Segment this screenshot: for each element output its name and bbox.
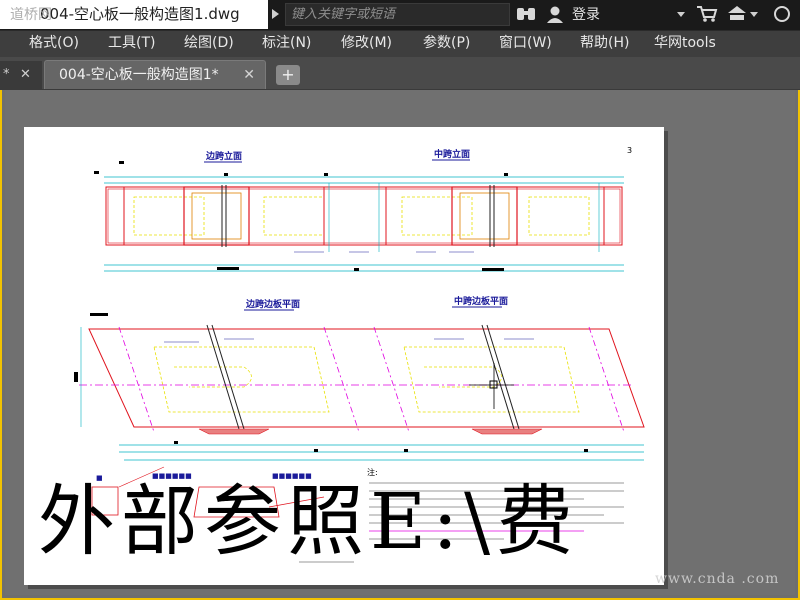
menu-bar: 格式(O) 工具(T) 绘图(D) 标注(N) 修改(M) 参数(P) 窗口(W… (0, 30, 800, 57)
tab-previous-label: * (3, 67, 10, 82)
page-number: 3 (627, 146, 632, 155)
tab-active-label: 004-空心板一般构造图1* (59, 67, 219, 83)
help-icon[interactable] (772, 5, 792, 28)
title-mid-span-elevation: 中跨立面 (434, 148, 470, 160)
menu-dimension[interactable]: 标注(N) (262, 31, 311, 57)
tab-active-document[interactable]: 004-空心板一般构造图1* ✕ (44, 60, 266, 89)
menu-modify[interactable]: 修改(M) (341, 31, 392, 57)
login-dropdown-icon[interactable] (677, 12, 685, 17)
search-input[interactable]: 键入关键字或短语 (285, 3, 510, 26)
close-icon[interactable]: ✕ (243, 61, 255, 89)
tab-previous[interactable]: * ✕ (0, 61, 42, 89)
menu-tools[interactable]: 工具(T) (108, 31, 155, 57)
title-side-span-plan: 边跨边板平面 (245, 298, 300, 310)
menu-help[interactable]: 帮助(H) (580, 31, 629, 57)
xref-message: 外部参照E:\费 (38, 478, 580, 567)
exchange-icon[interactable] (726, 5, 748, 28)
document-tab-bar: * ✕ 004-空心板一般构造图1* ✕ + (0, 57, 800, 90)
menu-window[interactable]: 窗口(W) (499, 31, 552, 57)
exchange-dropdown-icon[interactable] (750, 12, 758, 17)
close-icon[interactable]: ✕ (20, 61, 31, 89)
menu-parameter[interactable]: 参数(P) (423, 31, 470, 57)
watermark-logo: 道桥网 (10, 7, 52, 23)
bottom-watermark: www.cnda .com (655, 571, 780, 587)
menu-draw[interactable]: 绘图(D) (184, 31, 234, 57)
menu-format[interactable]: 格式(O) (29, 31, 79, 57)
cart-icon[interactable] (696, 5, 718, 28)
title-mid-span-plan: 中跨边板平面 (454, 295, 508, 307)
binoculars-icon[interactable] (515, 5, 537, 28)
title-side-span-elevation: 边跨立面 (205, 150, 242, 162)
new-tab-button[interactable]: + (276, 65, 300, 85)
user-icon[interactable] (545, 5, 565, 28)
title-bar: 004-空心板一般构造图1.dwg 道桥网 键入关键字或短语 登录 (0, 0, 800, 30)
login-link[interactable]: 登录 (572, 5, 600, 25)
menu-huawang-tools[interactable]: 华网tools (654, 31, 716, 57)
expand-arrow-icon[interactable] (272, 9, 279, 19)
